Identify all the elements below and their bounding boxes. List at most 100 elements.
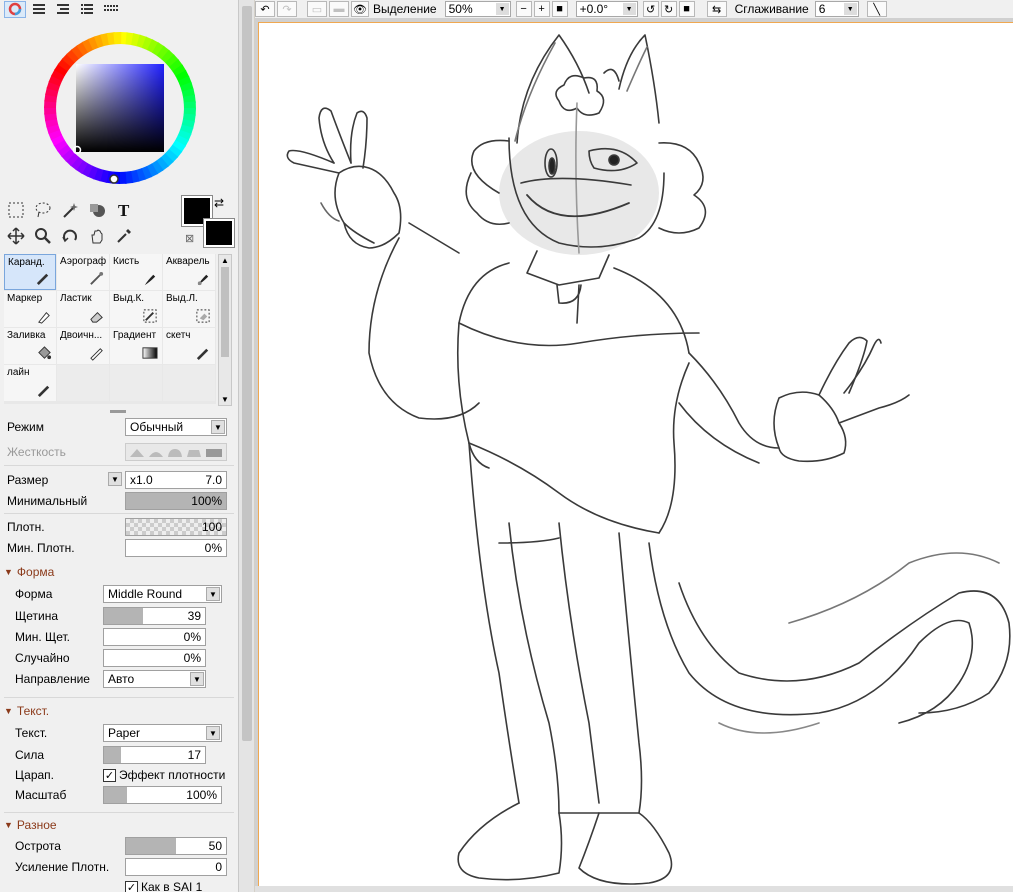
text-tool-icon[interactable]: T bbox=[112, 198, 136, 222]
background-color-swatch[interactable] bbox=[203, 218, 235, 248]
shape-tool-icon[interactable] bbox=[85, 198, 109, 222]
drawing-canvas[interactable] bbox=[258, 22, 1013, 892]
shape-dropdown[interactable]: Middle Round ▼ bbox=[103, 585, 222, 603]
watercolor-icon bbox=[197, 274, 209, 286]
move-icon[interactable] bbox=[4, 224, 28, 248]
hue-picker-handle[interactable] bbox=[109, 174, 119, 184]
brush-preset[interactable]: Каранд. bbox=[4, 254, 56, 290]
magic-wand-icon[interactable] bbox=[58, 198, 82, 222]
rotate-right-button[interactable]: ↻ bbox=[660, 1, 677, 17]
scale-slider[interactable]: 100% bbox=[103, 786, 222, 804]
density-boost-value: 0 bbox=[215, 860, 222, 874]
brush-preset[interactable]: Заливка bbox=[4, 328, 56, 364]
brush-preset[interactable]: скетч bbox=[163, 328, 215, 364]
scrollbar-thumb[interactable] bbox=[242, 6, 252, 741]
smoothing-dropdown[interactable]: 6 ▼ bbox=[814, 1, 859, 17]
zoom-dropdown[interactable]: 50% ▼ bbox=[444, 1, 511, 17]
undo-button[interactable]: ↶ bbox=[255, 1, 275, 17]
min-size-slider[interactable]: 100% bbox=[125, 492, 227, 510]
brush-preset[interactable]: Градиент bbox=[110, 328, 162, 364]
hand-icon[interactable] bbox=[85, 224, 109, 248]
sharpness-slider[interactable]: 50 bbox=[125, 837, 227, 855]
min-density-slider[interactable]: 0% bbox=[125, 539, 227, 557]
texture-section-header[interactable]: ▼ Текст. bbox=[4, 704, 49, 718]
strength-slider[interactable]: 17 bbox=[103, 746, 206, 764]
color-wheel-tab[interactable] bbox=[4, 0, 26, 18]
canvas-area[interactable] bbox=[255, 18, 1013, 892]
zoom-icon[interactable] bbox=[31, 224, 55, 248]
brush-preset[interactable]: Выд.Л. bbox=[163, 291, 215, 327]
mode-dropdown[interactable]: Обычный ▼ bbox=[125, 418, 227, 436]
brush-preset[interactable]: Аэрограф bbox=[57, 254, 109, 290]
min-bristle-slider[interactable]: 0% bbox=[103, 628, 206, 646]
zoom-in-button[interactable]: + bbox=[533, 1, 550, 17]
rotate-icon[interactable] bbox=[58, 224, 82, 248]
rgb-slider-tab[interactable] bbox=[28, 1, 50, 18]
empty-brush-slot[interactable] bbox=[57, 365, 109, 401]
density-effect-label: Эффект плотности bbox=[119, 768, 226, 782]
random-slider[interactable]: 0% bbox=[103, 649, 206, 667]
marker-icon bbox=[38, 312, 50, 324]
rotate-right-icon: ↻ bbox=[663, 3, 674, 16]
shape-section-header[interactable]: ▼ Форма bbox=[4, 565, 54, 579]
density-slider[interactable]: 100 bbox=[125, 518, 227, 536]
min-bristle-value: 0% bbox=[183, 630, 201, 644]
brush-preset[interactable]: Выд.К. bbox=[110, 291, 162, 327]
rotation-dropdown[interactable]: +0.0° ▼ bbox=[575, 1, 638, 17]
scroll-up-icon[interactable]: ▲ bbox=[221, 256, 229, 265]
min-bristle-label: Мин. Щет. bbox=[15, 630, 71, 644]
bristle-slider[interactable]: 39 bbox=[103, 607, 206, 625]
reset-colors-icon[interactable]: ⊠ bbox=[185, 232, 194, 245]
brush-preset[interactable]: Акварель bbox=[163, 254, 215, 290]
brush-preset[interactable]: лайн bbox=[4, 365, 56, 401]
texture-dropdown[interactable]: Paper ▼ bbox=[103, 724, 222, 742]
zoom-reset-button[interactable]: ■ bbox=[551, 1, 568, 17]
hue-segment bbox=[113, 32, 122, 45]
flip-horizontal-button[interactable]: ⇆ bbox=[706, 1, 727, 17]
lasso-icon[interactable] bbox=[31, 198, 55, 222]
redo-button[interactable]: ↷ bbox=[277, 1, 297, 17]
brush-preset-label: лайн bbox=[7, 367, 30, 378]
brush-preset[interactable]: Кисть bbox=[110, 254, 162, 290]
empty-brush-slot[interactable] bbox=[163, 365, 215, 401]
empty-brush-slot[interactable] bbox=[110, 365, 162, 401]
brush-preset[interactable]: Двоичн... bbox=[57, 328, 109, 364]
color-wheel[interactable] bbox=[36, 24, 204, 192]
brush-grid-scrollbar[interactable]: ▲ ▼ bbox=[218, 254, 232, 406]
swap-colors-icon[interactable]: ⇄ bbox=[214, 196, 224, 210]
canvas-horizontal-scrollbar[interactable] bbox=[255, 886, 1013, 892]
rotation-reset-button[interactable]: ■ bbox=[678, 1, 695, 17]
bucket-icon bbox=[38, 346, 52, 360]
strength-label: Сила bbox=[15, 748, 45, 762]
size-slider[interactable]: x1.0 7.0 bbox=[125, 471, 227, 489]
direction-dropdown[interactable]: Авто ▼ bbox=[103, 670, 206, 688]
panel-scrollbar[interactable] bbox=[238, 0, 254, 892]
color-mixer-tab[interactable] bbox=[76, 1, 98, 18]
scroll-down-icon[interactable]: ▼ bbox=[221, 395, 229, 404]
zoom-out-button[interactable]: − bbox=[515, 1, 532, 17]
invert-selection-button[interactable]: ▬ bbox=[329, 1, 349, 17]
density-boost-slider[interactable]: 0 bbox=[125, 858, 227, 876]
panel-resize-grip[interactable] bbox=[110, 410, 126, 413]
min-density-row: Мин. Плотн. 0% bbox=[0, 537, 236, 559]
hsv-slider-tab[interactable] bbox=[52, 1, 74, 18]
chevron-down-icon: ▼ bbox=[622, 3, 636, 15]
rotate-left-button[interactable]: ↺ bbox=[642, 1, 659, 17]
hardness-row: Жесткость bbox=[0, 441, 236, 463]
list-icon bbox=[81, 4, 93, 14]
rect-select-icon[interactable] bbox=[4, 198, 28, 222]
scrollbar-thumb[interactable] bbox=[221, 267, 229, 357]
misc-section-header[interactable]: ▼ Разное bbox=[4, 818, 57, 832]
hardness-selector[interactable] bbox=[125, 443, 227, 461]
deselect-button[interactable]: ▭ bbox=[307, 1, 327, 17]
sai1-checkbox[interactable]: ✓ Как в SAI 1 bbox=[125, 880, 202, 892]
brush-preset[interactable]: Ластик bbox=[57, 291, 109, 327]
show-selection-button[interactable]: 👁 bbox=[351, 1, 369, 17]
eyedropper-icon[interactable] bbox=[112, 224, 136, 248]
line-tool-button[interactable]: ╲ bbox=[866, 1, 887, 17]
swatches-tab[interactable] bbox=[100, 1, 122, 18]
brush-preset[interactable]: Маркер bbox=[4, 291, 56, 327]
smoothing-value: 6 bbox=[818, 2, 826, 16]
density-effect-checkbox[interactable]: ✓ Эффект плотности bbox=[103, 768, 225, 782]
size-multiplier-dropdown[interactable]: ▼ bbox=[108, 472, 122, 486]
